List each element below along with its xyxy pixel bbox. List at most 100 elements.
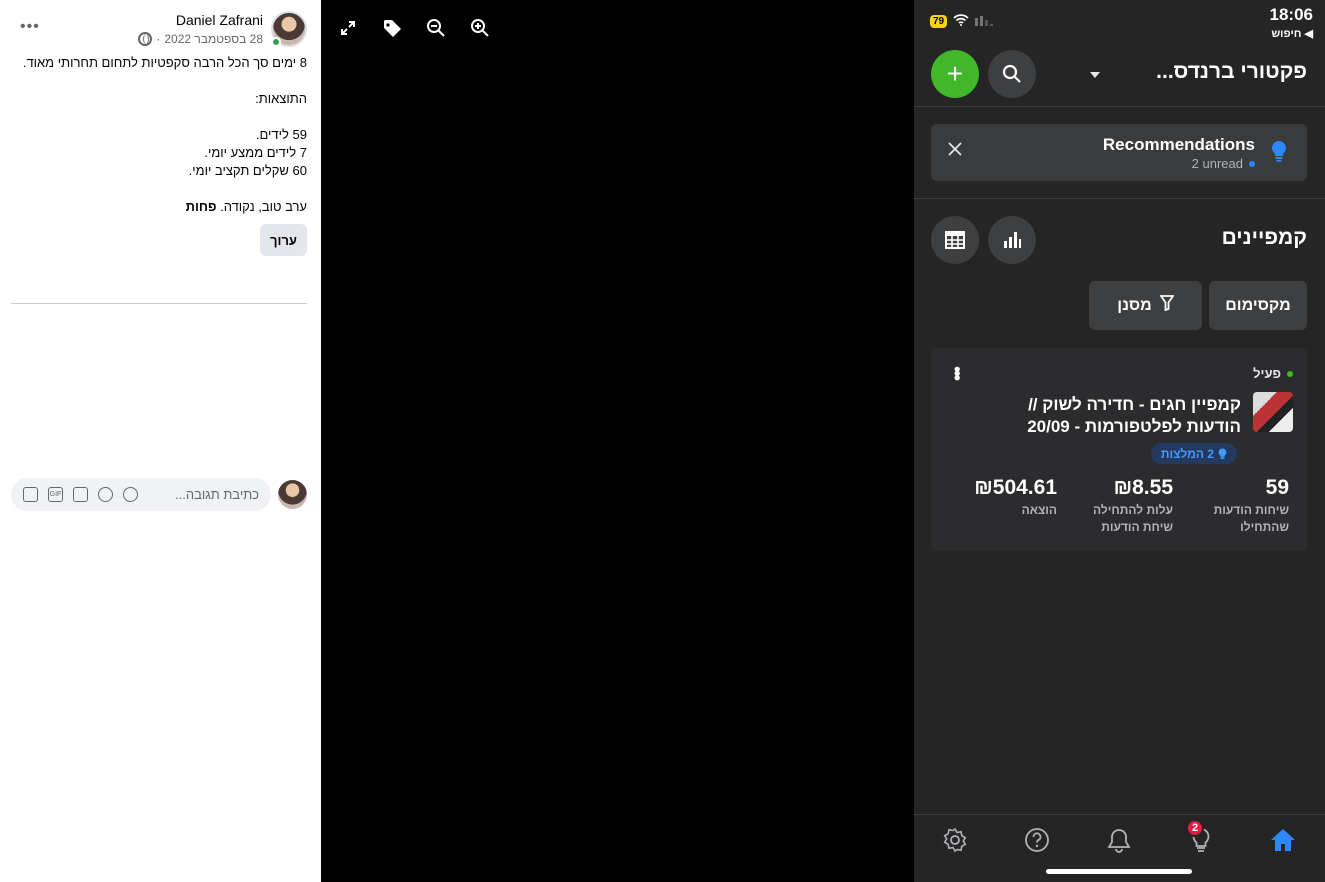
active-dot xyxy=(1287,370,1293,377)
campaign-status-label: פעיל xyxy=(1253,366,1281,381)
campaign-card[interactable]: פעיל ••• קמפיין חגים - חדירה לשוק // הוד… xyxy=(931,348,1307,551)
post-bold-text: פחות xyxy=(185,199,217,214)
account-title[interactable]: פקטורי ברנדס... xyxy=(1156,60,1307,84)
post-panel: Daniel Zafrani 28 בספטמבר 2022 · ••• 8 י… xyxy=(0,0,321,882)
kebab-menu-icon[interactable]: ••• xyxy=(947,366,967,379)
bell-icon xyxy=(1107,829,1131,853)
table-view-button[interactable] xyxy=(931,216,979,264)
campaign-thumbnail xyxy=(1253,392,1293,432)
nav-recommendations[interactable]: 2 xyxy=(1186,819,1216,855)
phone-screenshot: 18:06 ◀ חיפוש 79 פקטורי ברנדס... + Recom xyxy=(914,0,1325,882)
section-divider xyxy=(914,198,1325,199)
metric-spend: ₪504.61 הוצאה xyxy=(947,476,1057,519)
comment-row: כתיבת תגובה... GIF xyxy=(11,478,307,511)
commenter-avatar[interactable] xyxy=(278,480,307,509)
online-status-dot xyxy=(271,37,281,47)
metric-label-line: שיחת הודעות xyxy=(1101,520,1173,534)
back-to-search[interactable]: ◀ חיפוש xyxy=(1271,27,1313,40)
maximum-button[interactable]: מקסימום xyxy=(1209,281,1307,330)
header-divider xyxy=(914,106,1325,107)
gif-icon[interactable]: GIF xyxy=(48,487,63,502)
recommendations-title: Recommendations xyxy=(1102,135,1255,154)
recommendations-chip[interactable]: 2 המלצות xyxy=(1150,443,1237,464)
globe-icon xyxy=(138,32,153,46)
post-line xyxy=(14,72,307,90)
campaign-status: פעיל xyxy=(1253,366,1293,381)
comment-placeholder: כתיבת תגובה... xyxy=(175,487,259,502)
nav-home[interactable] xyxy=(1268,825,1298,855)
viewer-toolbar xyxy=(336,14,492,42)
close-icon[interactable] xyxy=(947,141,963,162)
post-body: 8 ימים סך הכל הרבה סקפטיות לתחום תחרותי … xyxy=(14,54,307,216)
recommendations-unread: 2 unread xyxy=(1192,156,1255,171)
post-date[interactable]: 28 בספטמבר 2022 xyxy=(164,32,263,46)
status-time: 18:06 xyxy=(1269,5,1313,24)
wifi-icon xyxy=(953,14,969,29)
home-icon xyxy=(1271,829,1295,851)
zoom-out-icon[interactable] xyxy=(424,14,448,42)
metric-value: ₪8.55 xyxy=(1113,476,1173,499)
post-meta: 28 בספטמבר 2022 · xyxy=(138,32,263,46)
bulb-icon xyxy=(1218,448,1227,459)
home-indicator xyxy=(1046,869,1192,874)
unread-dot xyxy=(1249,160,1255,167)
meta-separator: · xyxy=(156,32,161,46)
post-line xyxy=(14,108,307,126)
chart-view-button[interactable] xyxy=(988,216,1036,264)
post-line: 60 שקלים תקציב יומי. xyxy=(188,163,307,178)
help-icon xyxy=(1025,828,1049,852)
nav-notifications[interactable] xyxy=(1104,825,1134,855)
metric-label: שיחות הודעות שהתחילו xyxy=(1199,502,1289,536)
bulb-icon xyxy=(1271,140,1287,167)
avatar-sticker-icon[interactable] xyxy=(23,487,38,502)
metric-label: עלות להתחילה שיחת הודעות xyxy=(1073,502,1173,536)
filter-button[interactable]: מסנן xyxy=(1089,281,1202,330)
expand-icon[interactable] xyxy=(336,14,360,42)
post-line: התוצאות: xyxy=(255,91,307,106)
post-line: 8 ימים סך הכל הרבה סקפטיות לתחום תחרותי … xyxy=(22,55,307,70)
battery-icon: 79 xyxy=(930,15,948,28)
recommendations-card[interactable]: Recommendations 2 unread xyxy=(931,124,1307,181)
metric-cost-per-conversation: ₪8.55 עלות להתחילה שיחת הודעות xyxy=(1073,476,1173,536)
metric-value: 59 xyxy=(1265,476,1289,499)
unread-count: 2 unread xyxy=(1191,156,1243,171)
metric-label-line: הוצאה xyxy=(1021,503,1057,517)
zoom-in-icon[interactable] xyxy=(468,14,492,42)
campaign-name[interactable]: קמפיין חגים - חדירה לשוק // הודעות לפלטפ… xyxy=(981,394,1241,438)
post-line: ערב טוב, נקודה. פחות xyxy=(14,198,307,216)
create-ad-button[interactable]: + xyxy=(931,50,979,98)
metric-label-line: עלות להתחילה xyxy=(1093,503,1173,517)
search-button[interactable] xyxy=(988,50,1036,98)
author-name[interactable]: Daniel Zafrani xyxy=(176,12,263,28)
notification-badge: 2 xyxy=(1186,819,1204,837)
signal-icon xyxy=(975,15,994,29)
edit-button[interactable]: ערוך xyxy=(260,224,307,256)
metric-value: ₪504.61 xyxy=(974,476,1057,499)
emoji-icon[interactable] xyxy=(98,487,113,502)
campaigns-title: קמפיינים xyxy=(1221,226,1307,249)
post-header: Daniel Zafrani 28 בספטמבר 2022 · ••• xyxy=(14,10,307,50)
comment-icons: GIF xyxy=(23,487,138,502)
nav-help[interactable] xyxy=(1022,825,1052,855)
filter-label: מסנן xyxy=(1117,296,1152,314)
divider xyxy=(11,303,307,304)
screen: Daniel Zafrani 28 בספטמבר 2022 · ••• 8 י… xyxy=(0,0,1325,882)
post-line xyxy=(14,180,307,198)
app-header: פקטורי ברנדס... + xyxy=(914,50,1325,98)
recommendations-chip-label: 2 המלצות xyxy=(1160,446,1214,461)
sticker-icon[interactable] xyxy=(123,487,138,502)
nav-settings[interactable] xyxy=(940,825,970,855)
metric-label-line: שהתחילו xyxy=(1240,520,1289,534)
filter-icon xyxy=(1159,295,1175,316)
more-options-button[interactable]: ••• xyxy=(20,18,40,36)
comment-input[interactable]: כתיבת תגובה... GIF xyxy=(11,478,271,511)
post-line: 59 לידים. xyxy=(255,127,307,142)
chevron-down-icon[interactable] xyxy=(1090,72,1100,78)
settings-icon xyxy=(943,827,967,853)
tag-icon[interactable] xyxy=(380,14,404,42)
metric-label-line: שיחות הודעות xyxy=(1213,503,1289,517)
metric-conversations: 59 שיחות הודעות שהתחילו xyxy=(1199,476,1289,536)
metric-label: הוצאה xyxy=(947,502,1057,519)
post-line: 7 לידים ממצע יומי. xyxy=(204,145,307,160)
camera-icon[interactable] xyxy=(73,487,88,502)
